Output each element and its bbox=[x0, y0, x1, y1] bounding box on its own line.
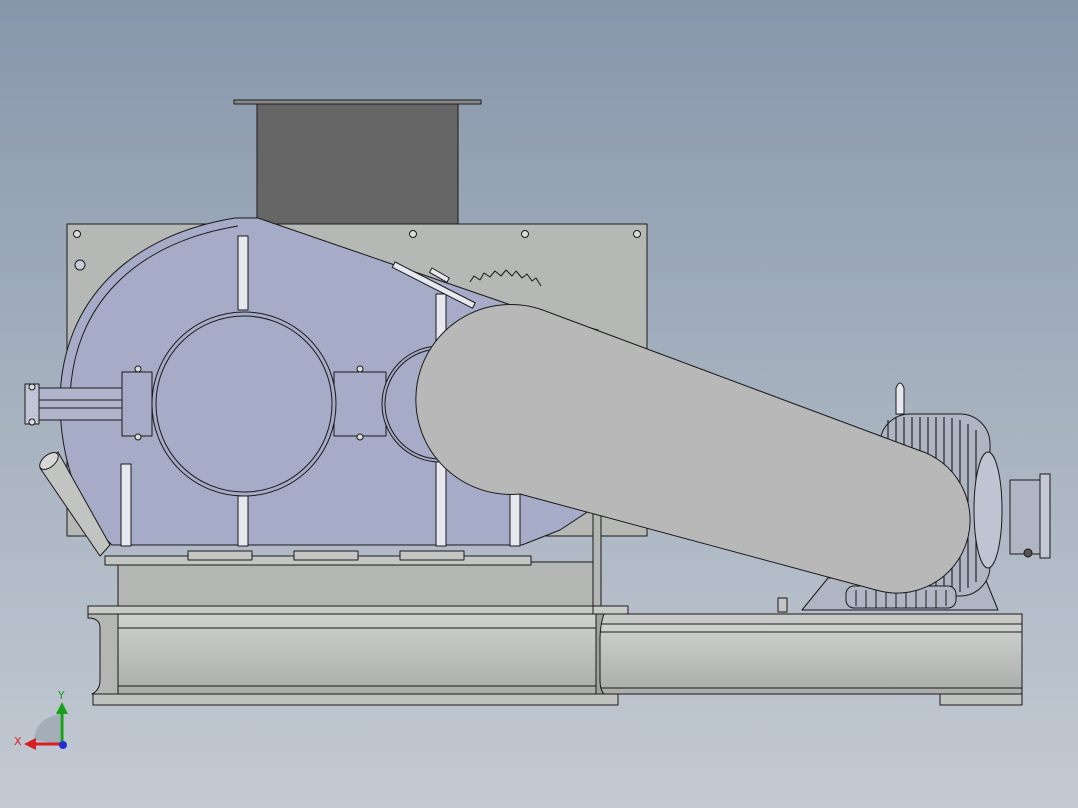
y-axis-label: Y bbox=[57, 689, 65, 702]
feed-hopper bbox=[256, 103, 459, 225]
shaft-bearing-block bbox=[121, 371, 153, 437]
motor-lifting-eye bbox=[895, 382, 905, 415]
housing-rib bbox=[435, 459, 447, 547]
housing-foot bbox=[399, 550, 465, 561]
housing-rib bbox=[237, 235, 249, 311]
terminal-gland bbox=[1023, 548, 1033, 558]
rail-beam-left bbox=[117, 613, 597, 695]
housing-foot bbox=[293, 550, 359, 561]
cad-viewport[interactable]: X Y bbox=[0, 0, 1078, 808]
motor-terminal-lid bbox=[1039, 473, 1051, 559]
back-plate-bolt bbox=[521, 230, 529, 238]
back-plate-bolt bbox=[633, 230, 641, 238]
housing-rib bbox=[120, 463, 132, 547]
housing-foot bbox=[187, 550, 253, 561]
side-support bbox=[592, 509, 602, 615]
rail-beam-right bbox=[597, 623, 1023, 695]
back-plate-bolt bbox=[73, 230, 81, 238]
shaft-nut bbox=[28, 418, 36, 426]
base-pedestal bbox=[117, 561, 597, 613]
input-shaft bbox=[24, 387, 126, 421]
back-plate-bolt bbox=[409, 230, 417, 238]
hopper-flange bbox=[233, 99, 482, 105]
belt-guard bbox=[415, 303, 971, 594]
rail-bottom-flange bbox=[92, 693, 619, 706]
rail-beam-top-flange-right bbox=[592, 605, 629, 615]
rail-end-cap-left bbox=[87, 613, 119, 695]
main-roller-disc bbox=[151, 311, 337, 497]
motor-fan-cover bbox=[973, 451, 1003, 569]
shaft-nut bbox=[28, 383, 36, 391]
x-axis-label: X bbox=[14, 735, 22, 748]
bearing-bolt bbox=[134, 433, 142, 441]
motor-anchor-bolt bbox=[777, 597, 788, 613]
x-axis-arrowhead bbox=[24, 738, 36, 750]
housing-rib bbox=[237, 495, 249, 547]
triad-view-cone bbox=[34, 714, 60, 744]
bearing-bolt bbox=[134, 365, 142, 373]
bearing-bolt bbox=[356, 433, 364, 441]
cad-model-scene[interactable]: X Y bbox=[0, 0, 1078, 808]
shaft-bridge bbox=[333, 371, 387, 437]
z-axis-dot bbox=[59, 741, 67, 749]
rail-bottom-flange-right bbox=[939, 693, 1023, 706]
coordinate-triad: X Y bbox=[14, 689, 68, 750]
housing-bolt bbox=[74, 259, 86, 271]
rail-beam-top-flange bbox=[87, 605, 619, 615]
motor-base-top bbox=[597, 613, 1023, 625]
y-axis-arrowhead bbox=[56, 702, 68, 714]
bearing-bolt bbox=[356, 365, 364, 373]
